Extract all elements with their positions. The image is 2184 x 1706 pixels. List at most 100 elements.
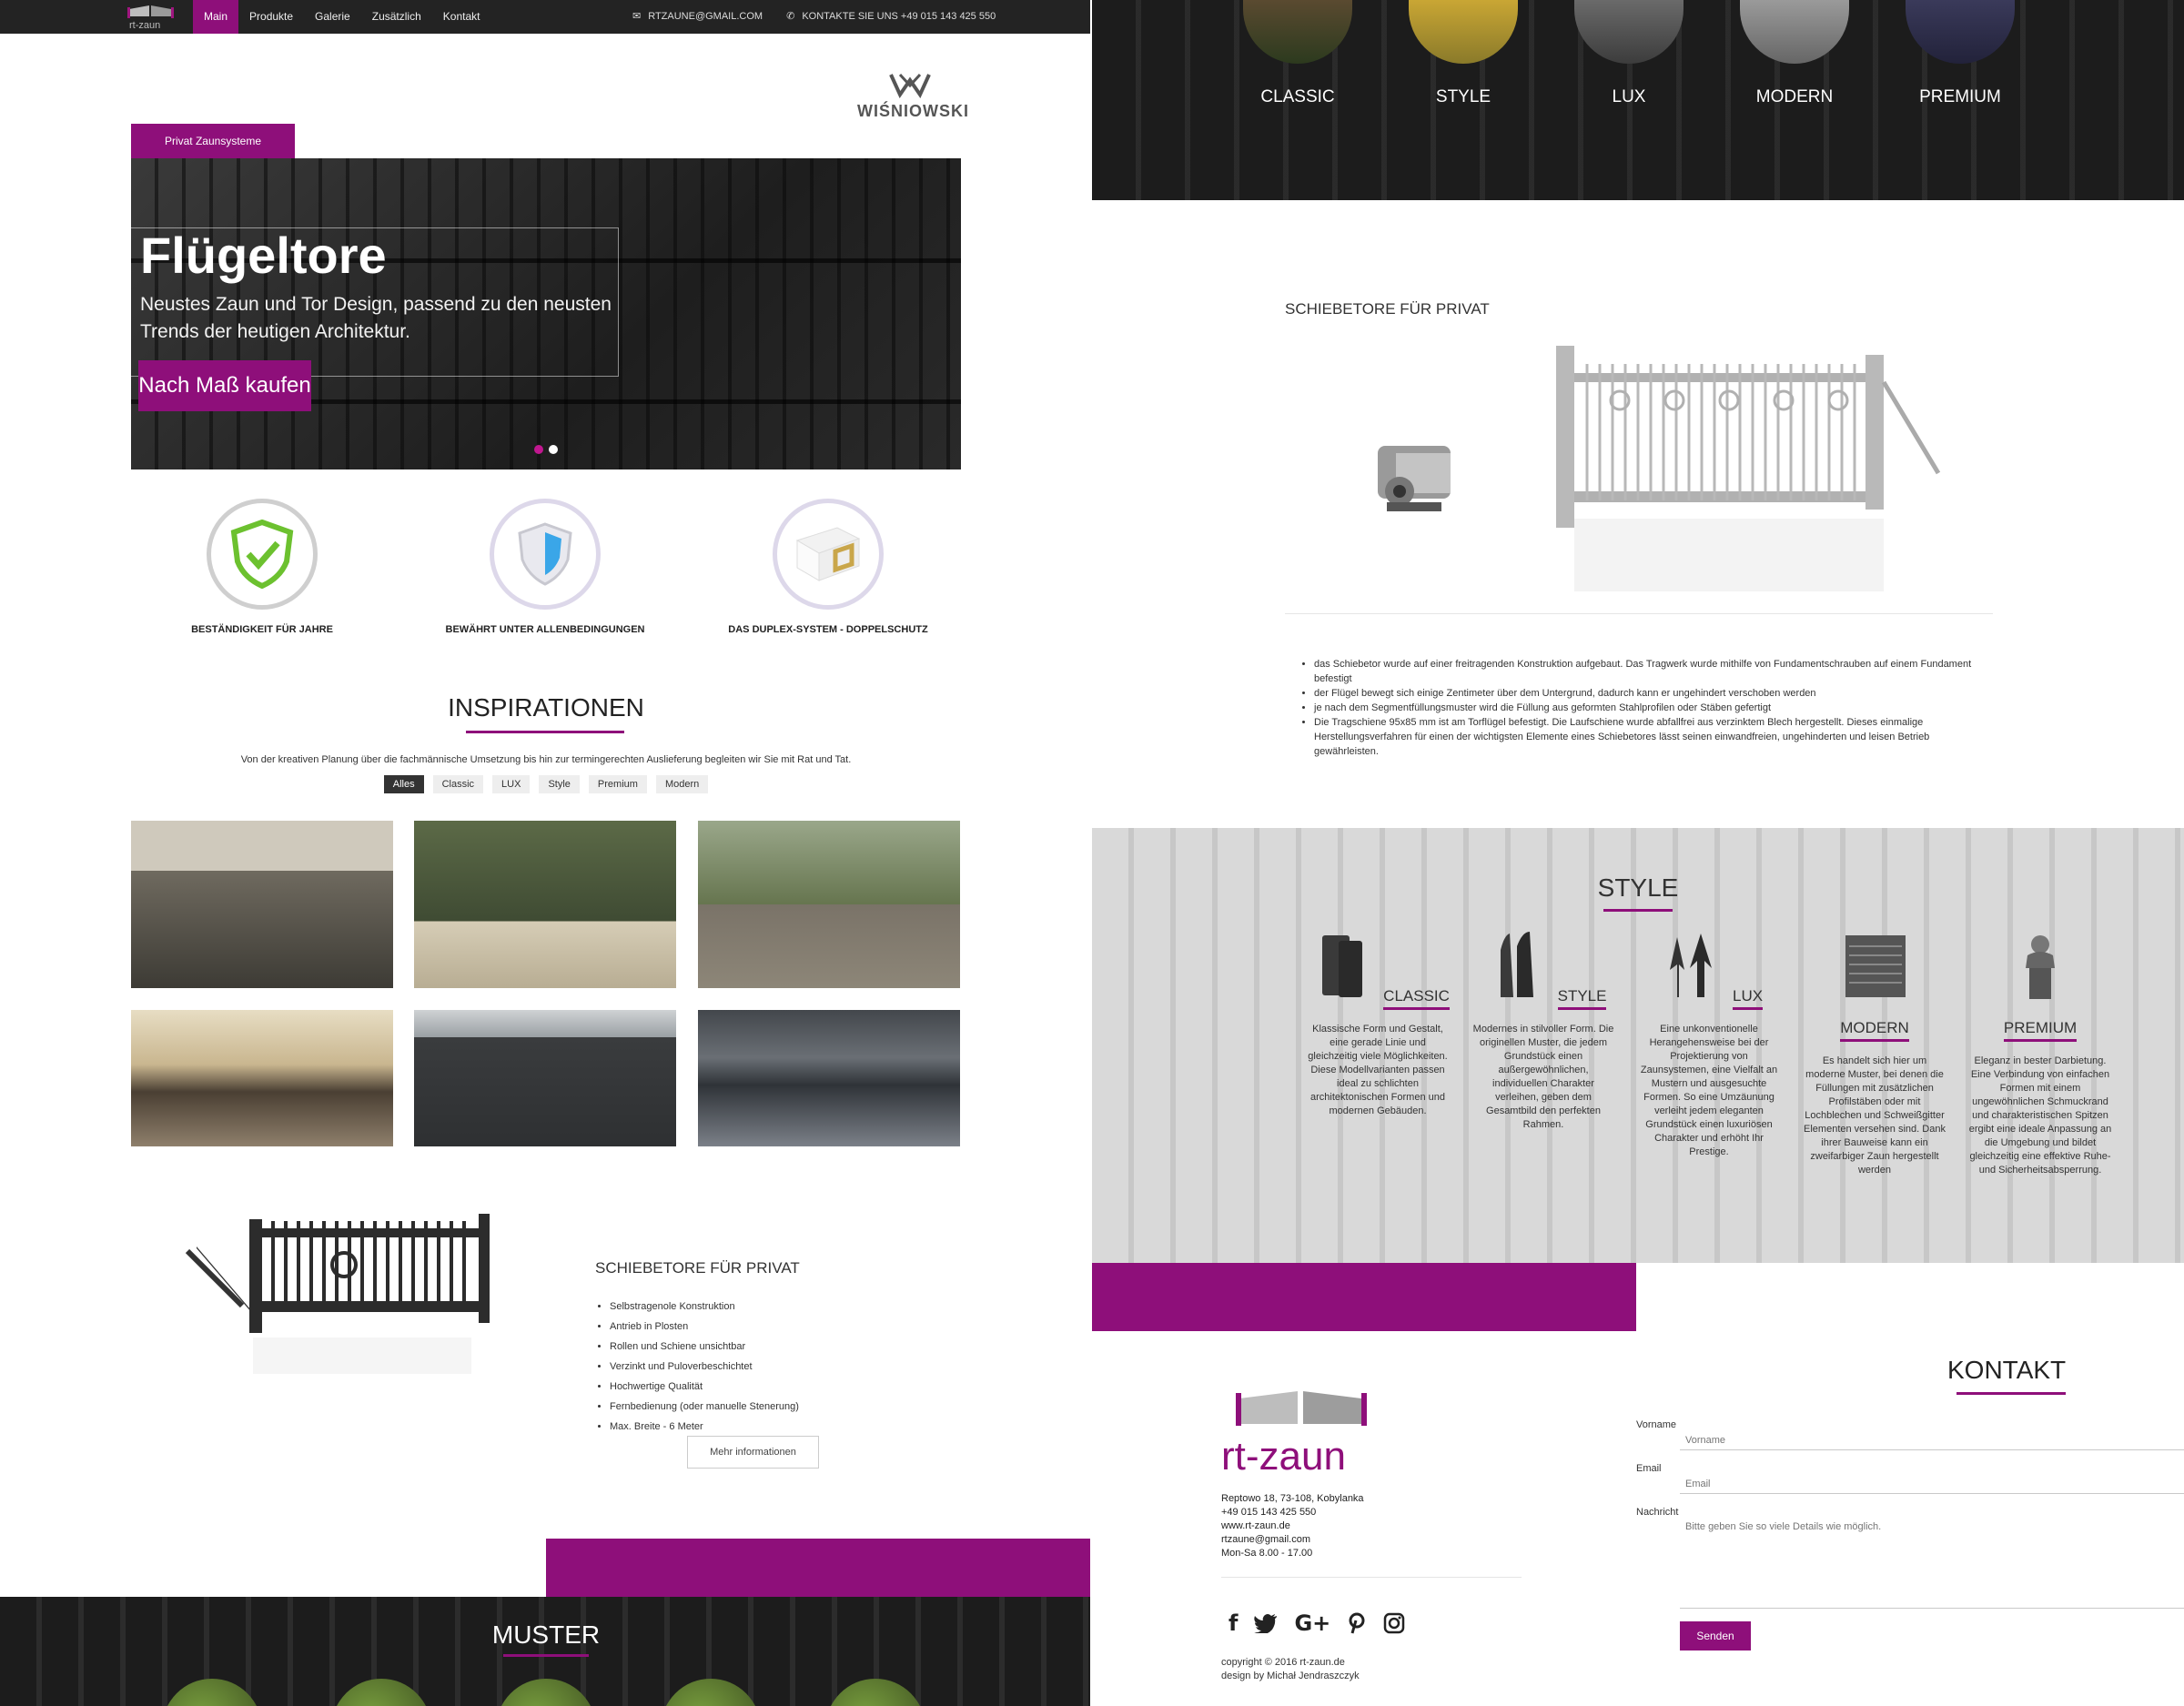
filter-style[interactable]: Style (539, 775, 580, 793)
wisniowski-text: WIŚNIOWSKI (857, 102, 969, 120)
facebook-icon[interactable]: f (1228, 1610, 1238, 1636)
nav-item-kontakt[interactable]: Kontakt (432, 0, 491, 34)
google-plus-icon[interactable]: G+ (1294, 1610, 1330, 1636)
category-lux[interactable]: LUX (1547, 0, 1711, 107)
category-classic[interactable]: CLASSIC (1216, 0, 1380, 107)
category-style[interactable]: STYLE (1381, 0, 1545, 107)
design-credit: design by Michał Jendraszczyk (1221, 1671, 1360, 1681)
style-desc: Eine unkonventionelle Herangehensweise b… (1640, 1024, 1778, 1157)
main-nav: Main Produkte Galerie Zusätzlich Kontakt (193, 0, 490, 34)
rt-zaun-logo[interactable]: rt-zaun (1219, 1388, 1392, 1479)
phone-icon: ✆ (786, 11, 795, 22)
instagram-icon[interactable] (1383, 1612, 1405, 1634)
nav-item-main[interactable]: Main (193, 0, 239, 34)
hours-line: Mon-Sa 8.00 - 17.00 (1221, 1548, 1313, 1559)
filter-lux[interactable]: LUX (492, 775, 531, 793)
more-info-button[interactable]: Mehr informationen (687, 1436, 819, 1469)
gallery-image-1[interactable] (131, 821, 393, 988)
list-item: Die Tragschiene 95x85 mm ist am Torflüge… (1314, 715, 1987, 759)
left-page: rt-zaun Main Produkte Galerie Zusätzlich… (0, 0, 1090, 1706)
classic-post-icon (1322, 935, 1363, 997)
kontakt-title: KONTAKT (1947, 1356, 2067, 1384)
list-item: Selbstragenole Konstruktion (610, 1297, 799, 1317)
social-links: f G+ (1228, 1610, 1405, 1636)
logo-text: rt-zaun (1221, 1434, 1346, 1479)
nachricht-textarea[interactable] (1680, 1518, 2184, 1609)
list-item: der Flügel bewegt sich einige Zentimeter… (1314, 686, 1987, 701)
filter-premium[interactable]: Premium (588, 775, 647, 793)
email-label: Email (1636, 1463, 1662, 1474)
category-image (1906, 0, 2015, 64)
list-item: das Schiebetor wurde auf einer freitrage… (1314, 657, 1987, 686)
kontakt-underline (1956, 1392, 2066, 1395)
nav-item-galerie[interactable]: Galerie (304, 0, 361, 34)
nav-item-zusatzlich[interactable]: Zusätzlich (361, 0, 432, 34)
mail-icon: ✉ (632, 11, 642, 22)
slider-dot-2[interactable] (549, 445, 558, 454)
email-link[interactable]: rtzaune@gmail.com (1221, 1533, 1364, 1547)
schiebetore-right-title: SCHIEBETORE FÜR PRIVAT (1285, 300, 1490, 318)
pinterest-icon[interactable] (1347, 1612, 1367, 1634)
hero-tab[interactable]: Privat Zaunsysteme (131, 124, 295, 158)
filter-modern[interactable]: Modern (655, 775, 709, 793)
feature-proven: BEWÄHRT UNTER ALLENBEDINGUNGEN (418, 499, 672, 635)
gallery-image-4[interactable] (131, 1010, 393, 1146)
category-image (1409, 0, 1518, 64)
style-name[interactable]: MODERN (1840, 1019, 1909, 1042)
copyright: copyright © 2016 rt-zaun.de design by Mi… (1221, 1656, 1360, 1683)
style-desc: Klassische Form und Gestalt, eine gerade… (1308, 1024, 1448, 1116)
sliding-gate-silver-image (1556, 346, 1941, 591)
phone-line[interactable]: +49 015 143 425 550 (1221, 1506, 1364, 1519)
website-link[interactable]: www.rt-zaun.de (1221, 1519, 1364, 1533)
list-item: Rollen und Schiene unsichtbar (610, 1337, 799, 1357)
style-name[interactable]: PREMIUM (2003, 1019, 2078, 1042)
list-item: Fernbedienung (oder manuelle Stenerung) (610, 1397, 799, 1417)
svg-text:rt-zaun: rt-zaun (129, 20, 160, 31)
slider-dot-1[interactable] (534, 445, 543, 454)
vorname-input[interactable] (1680, 1430, 2184, 1450)
style-title: STYLE (1597, 873, 1679, 902)
gallery-image-3[interactable] (698, 821, 960, 988)
category-label: MODERN (1755, 87, 1834, 106)
top-email[interactable]: RTZAUNE@GMAIL.COM (648, 0, 763, 34)
nav-item-produkte[interactable]: Produkte (238, 0, 304, 34)
lux-spear-icon (1669, 934, 1712, 997)
category-image (1574, 0, 1684, 64)
gallery-image-2[interactable] (414, 821, 676, 988)
style-name[interactable]: LUX (1733, 987, 1764, 1010)
hero-buy-button[interactable]: Nach Maß kaufen (138, 360, 311, 411)
feature-circle (490, 499, 601, 610)
style-col-classic: CLASSIC Klassische Form und Gestalt, ein… (1305, 928, 1451, 1118)
style-underline (1603, 909, 1673, 912)
category-modern[interactable]: MODERN (1713, 0, 1876, 107)
list-item: Antrieb in Plosten (610, 1317, 799, 1337)
duplex-profile-icon (795, 527, 861, 581)
category-premium[interactable]: PREMIUM (1878, 0, 2042, 107)
copyright-text: copyright © 2016 rt-zaun.de (1221, 1657, 1345, 1668)
slider-dots (534, 445, 558, 454)
filter-alles[interactable]: Alles (383, 775, 424, 793)
email-input[interactable] (1680, 1474, 2184, 1494)
accent-bar (546, 1539, 1090, 1597)
filter-classic[interactable]: Classic (432, 775, 484, 793)
top-phone[interactable]: KONTAKTE SIE UNS +49 015 143 425 550 (802, 0, 996, 34)
style-col-style: STYLE Modernes in stilvoller Form. Die o… (1471, 928, 1616, 1132)
feature-label: DAS DUPLEX-SYSTEM - DOPPELSCHUTZ (728, 624, 928, 635)
gallery-image-6[interactable] (698, 1010, 960, 1146)
list-item: Max. Breite - 6 Meter (610, 1417, 799, 1437)
gallery-image-5[interactable] (414, 1010, 676, 1146)
sliding-gate-image (185, 1214, 490, 1374)
inspirationen-title: INSPIRATIONEN (448, 693, 644, 722)
schiebetore-features: Selbstragenole Konstruktion Antrieb in P… (610, 1297, 799, 1437)
list-item: Verzinkt und Puloverbeschichtet (610, 1357, 799, 1377)
category-image (1740, 0, 1849, 64)
divider (1285, 613, 1993, 614)
category-label: CLASSIC (1260, 87, 1335, 106)
style-name[interactable]: STYLE (1557, 987, 1607, 1010)
divider (1221, 1577, 1522, 1578)
style-name[interactable]: CLASSIC (1383, 987, 1450, 1010)
rt-zaun-logo-small[interactable]: rt-zaun (124, 4, 180, 31)
twitter-icon[interactable] (1254, 1613, 1278, 1633)
feature-durability: BESTÄNDIGKEIT FÜR JAHRE (135, 499, 389, 635)
send-button[interactable]: Senden (1680, 1621, 1751, 1650)
